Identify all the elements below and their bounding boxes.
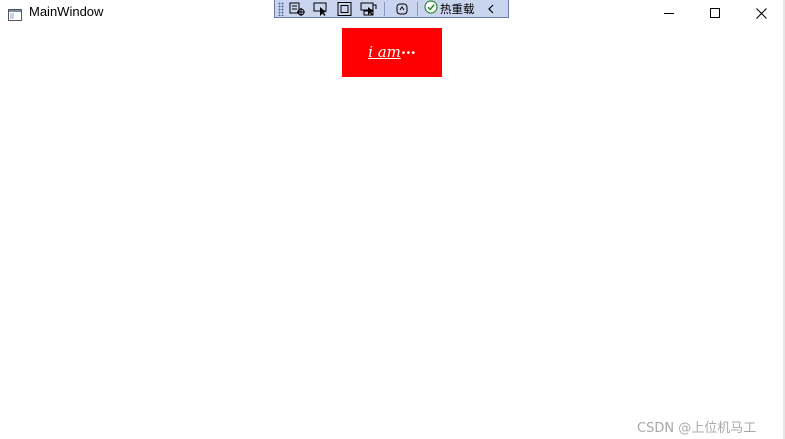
red-text-block: i am… [342, 28, 442, 77]
title-bar[interactable]: MainWindow 热重载 [0, 0, 783, 26]
window-title: MainWindow [29, 4, 104, 19]
chevron-left-icon[interactable] [485, 2, 497, 16]
content-text: i am [368, 42, 401, 61]
window-app-icon [8, 6, 22, 21]
check-circle-icon [424, 0, 438, 18]
close-button[interactable] [738, 0, 784, 26]
select-element-icon[interactable] [310, 1, 332, 17]
maximize-button[interactable] [692, 0, 738, 26]
toolbar-separator [384, 1, 385, 16]
track-focus-icon[interactable] [358, 1, 380, 17]
display-layout-adorners-icon[interactable] [334, 1, 356, 17]
hot-reload-label: 热重载 [440, 1, 475, 16]
visual-tree-icon[interactable] [286, 1, 308, 17]
watermark-text: CSDN @上位机马工 [637, 421, 757, 436]
hot-reload-button[interactable]: 热重载 [424, 0, 475, 18]
main-window: MainWindow 热重载 i am … [0, 0, 783, 439]
xaml-debug-toolbar: 热重载 [274, 0, 509, 18]
maximize-icon [710, 8, 720, 18]
toolbar-separator [417, 1, 418, 16]
text-ellipsis: … [400, 39, 416, 58]
toolbar-grip-icon[interactable] [278, 1, 284, 16]
minimize-icon [664, 13, 674, 14]
minimize-button[interactable] [646, 0, 692, 26]
close-icon [755, 7, 767, 19]
binding-failures-icon[interactable] [391, 1, 413, 17]
